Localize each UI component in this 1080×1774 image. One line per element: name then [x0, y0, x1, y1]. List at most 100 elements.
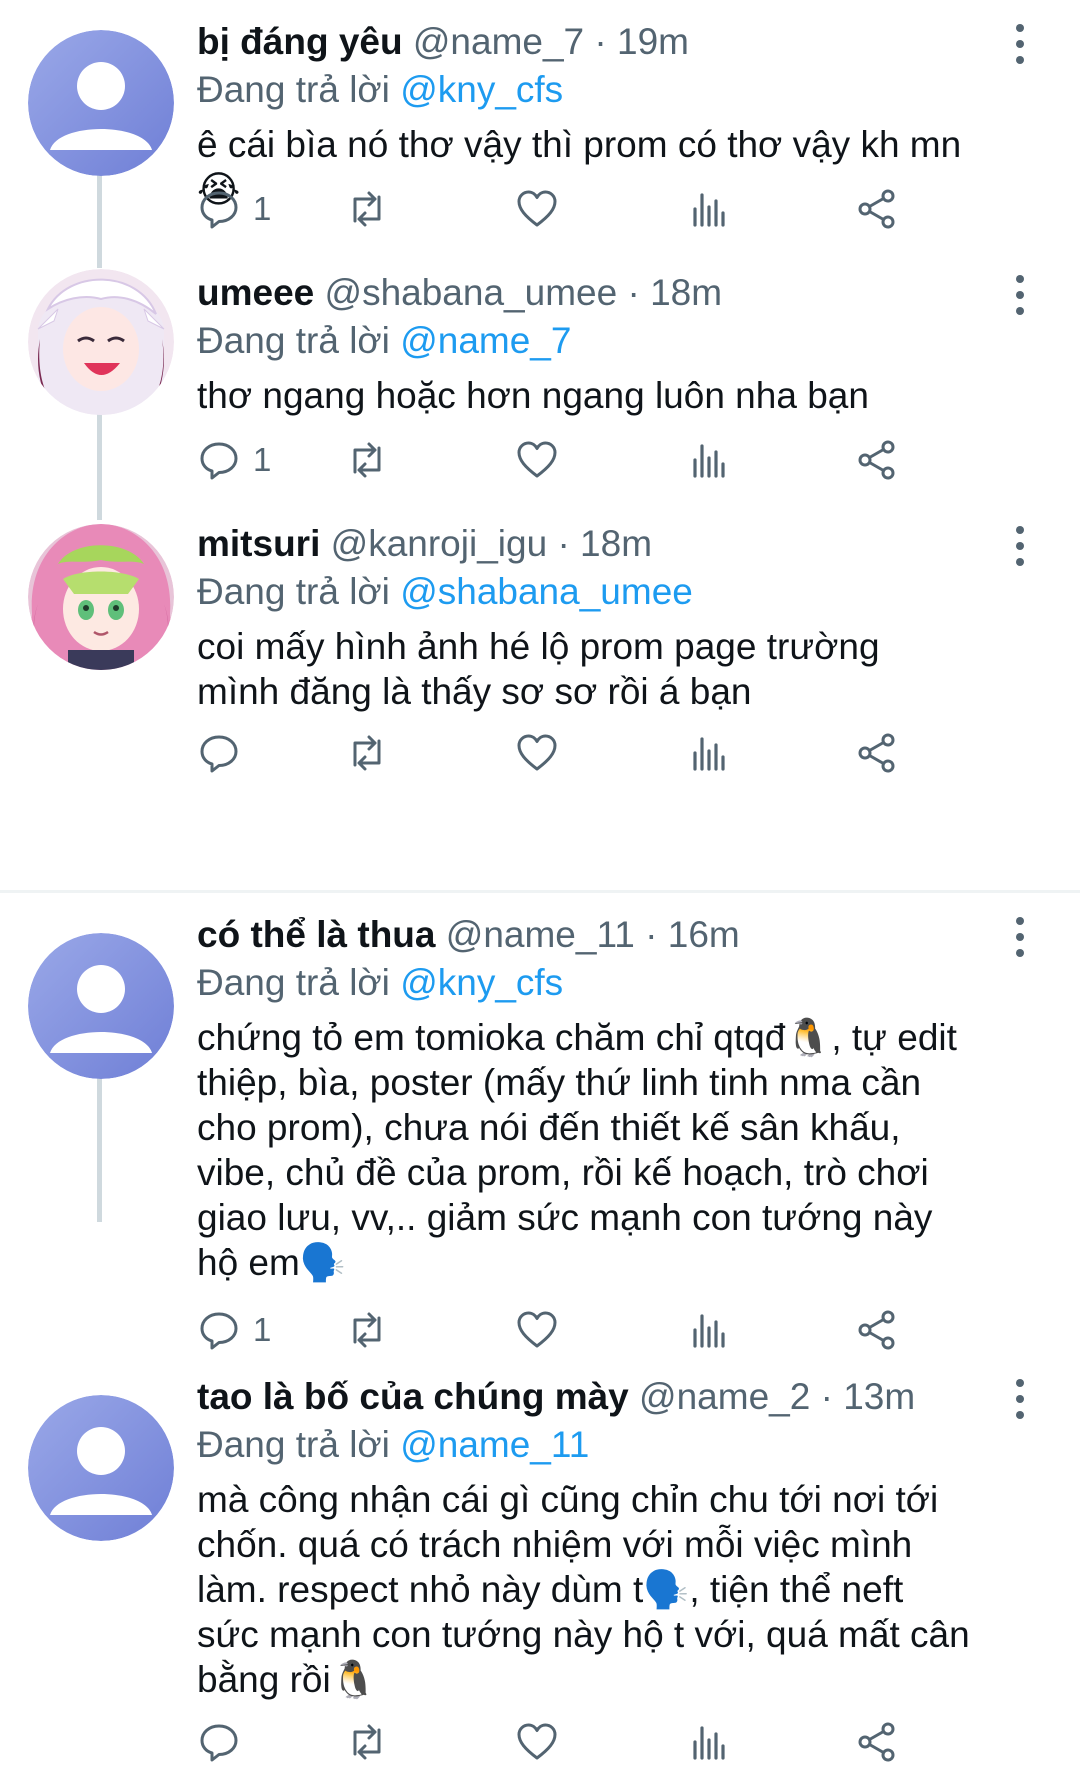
- heart-icon: [517, 1311, 557, 1348]
- user-handle[interactable]: @name_2: [639, 1376, 810, 1417]
- analytics-button[interactable]: [685, 728, 729, 778]
- share-button[interactable]: [855, 728, 899, 778]
- mention-link[interactable]: @name_7: [400, 320, 571, 361]
- retweet-button[interactable]: [345, 728, 389, 778]
- retweet-button[interactable]: [345, 184, 389, 234]
- display-name[interactable]: có thể là thua: [197, 914, 435, 955]
- default-avatar-icon: [28, 933, 174, 1079]
- avatar[interactable]: [28, 1395, 174, 1541]
- tweet-text: chứng tỏ em tomioka chăm chỉ qtqđ🐧, tự e…: [197, 1017, 957, 1283]
- share-button[interactable]: [855, 1717, 899, 1767]
- like-button[interactable]: [515, 1305, 559, 1355]
- more-options-icon[interactable]: [1010, 275, 1030, 315]
- reply-prefix: Đang trả lời: [197, 320, 390, 361]
- analytics-button[interactable]: [685, 435, 729, 485]
- more-options-icon[interactable]: [1010, 917, 1030, 957]
- analytics-button[interactable]: [685, 1717, 729, 1767]
- retweet-icon: [353, 1724, 381, 1760]
- reply-icon: [200, 735, 238, 773]
- share-icon: [858, 440, 895, 480]
- tweet[interactable]: có thể là thua @name_11 · 16m Đang trả l…: [0, 893, 1080, 1355]
- reply-prefix: Đang trả lời: [197, 1424, 390, 1465]
- avatar[interactable]: [28, 30, 174, 176]
- tweet[interactable]: tao là bố của chúng mày @name_2 · 13m Đa…: [0, 1355, 1080, 1774]
- more-options-icon[interactable]: [1010, 1379, 1030, 1419]
- reply-button[interactable]: 1: [197, 435, 271, 485]
- more-options-icon[interactable]: [1010, 526, 1030, 566]
- avatar[interactable]: [28, 933, 174, 1079]
- avatar[interactable]: [28, 524, 174, 670]
- like-button[interactable]: [515, 184, 559, 234]
- tweet[interactable]: mitsuri @kanroji_igu · 18m Đang trả lời …: [0, 510, 1080, 890]
- mention-link[interactable]: @shabana_umee: [400, 571, 693, 612]
- action-bar: 1: [197, 1305, 1017, 1355]
- replying-to: Đang trả lời @kny_cfs: [197, 959, 970, 1007]
- retweet-button[interactable]: [345, 1717, 389, 1767]
- display-name[interactable]: umeee: [197, 272, 314, 313]
- timestamp[interactable]: 16m: [668, 914, 740, 955]
- anime-white-hair-avatar-icon: [28, 269, 174, 415]
- replying-to: Đang trả lời @shabana_umee: [197, 568, 970, 616]
- heart-icon: [517, 1723, 557, 1760]
- share-icon: [858, 1310, 895, 1350]
- action-bar: [197, 728, 1017, 778]
- reply-button[interactable]: [197, 1717, 253, 1767]
- like-button[interactable]: [515, 728, 559, 778]
- share-button[interactable]: [855, 184, 899, 234]
- analytics-button[interactable]: [685, 184, 729, 234]
- reply-count: 1: [253, 441, 272, 478]
- analytics-icon: [693, 444, 725, 478]
- timestamp[interactable]: 19m: [617, 21, 689, 62]
- separator-dot: ·: [645, 914, 658, 955]
- retweet-button[interactable]: [345, 435, 389, 485]
- mention-link[interactable]: @name_11: [400, 1424, 589, 1465]
- reply-prefix: Đang trả lời: [197, 571, 390, 612]
- retweet-icon: [353, 442, 381, 478]
- anime-pink-hair-avatar-icon: [28, 524, 174, 670]
- default-avatar-icon: [28, 30, 174, 176]
- user-handle[interactable]: @shabana_umee: [325, 272, 618, 313]
- retweet-icon: [353, 191, 381, 227]
- reply-count: 1: [253, 190, 272, 227]
- reply-button[interactable]: 1: [197, 184, 271, 234]
- analytics-button[interactable]: [685, 1305, 729, 1355]
- replying-to: Đang trả lời @kny_cfs: [197, 66, 970, 114]
- mention-link[interactable]: @kny_cfs: [400, 962, 563, 1003]
- avatar[interactable]: [28, 269, 174, 415]
- like-button[interactable]: [515, 435, 559, 485]
- default-avatar-icon: [28, 1395, 174, 1541]
- replying-to: Đang trả lời @name_11: [197, 1421, 970, 1469]
- tweet-text: mà công nhận cái gì cũng chỉn chu tới nơ…: [197, 1479, 970, 1700]
- share-icon: [858, 189, 895, 229]
- timestamp[interactable]: 13m: [843, 1376, 915, 1417]
- display-name[interactable]: mitsuri: [197, 523, 320, 564]
- mention-link[interactable]: @kny_cfs: [400, 69, 563, 110]
- heart-icon: [517, 441, 557, 478]
- reply-prefix: Đang trả lời: [197, 962, 390, 1003]
- tweet[interactable]: bị đáng yêu @name_7 · 19m Đang trả lời @…: [0, 0, 1080, 255]
- action-bar: 1: [197, 184, 1017, 234]
- retweet-button[interactable]: [345, 1305, 389, 1355]
- display-name[interactable]: bị đáng yêu: [197, 21, 403, 62]
- share-button[interactable]: [855, 1305, 899, 1355]
- timestamp[interactable]: 18m: [580, 523, 652, 564]
- separator-dot: ·: [627, 272, 640, 313]
- user-handle[interactable]: @name_11: [446, 914, 635, 955]
- action-bar: 1: [197, 435, 1017, 485]
- reply-button[interactable]: [197, 728, 253, 778]
- like-button[interactable]: [515, 1717, 559, 1767]
- reply-button[interactable]: 1: [197, 1305, 271, 1355]
- separator-dot: ·: [557, 523, 570, 564]
- reply-prefix: Đang trả lời: [197, 69, 390, 110]
- user-handle[interactable]: @name_7: [413, 21, 584, 62]
- analytics-icon: [693, 1314, 725, 1348]
- tweet[interactable]: umeee @shabana_umee · 18m Đang trả lời @…: [0, 255, 1080, 510]
- more-options-icon[interactable]: [1010, 24, 1030, 64]
- timestamp[interactable]: 18m: [650, 272, 722, 313]
- action-bar: [197, 1717, 1017, 1767]
- user-handle[interactable]: @kanroji_igu: [331, 523, 548, 564]
- analytics-icon: [693, 1726, 725, 1760]
- share-button[interactable]: [855, 435, 899, 485]
- display-name[interactable]: tao là bố của chúng mày: [197, 1376, 629, 1417]
- tweet-text: coi mấy hình ảnh hé lộ prom page trường …: [197, 626, 880, 712]
